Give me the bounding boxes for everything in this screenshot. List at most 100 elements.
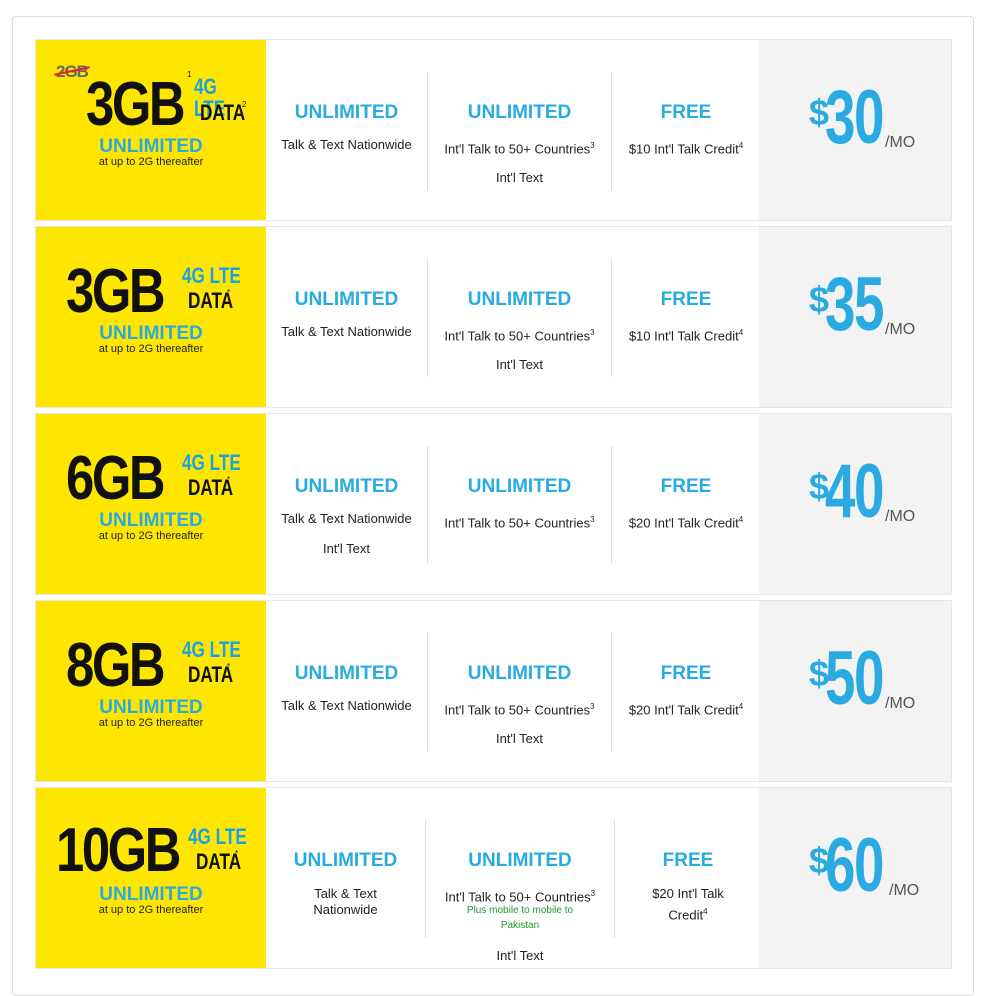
credit-footnote: 4 bbox=[738, 328, 744, 337]
price-block: $ 50 /MO bbox=[759, 601, 951, 781]
talk-header: UNLIMITED bbox=[294, 289, 399, 310]
data-amount: 3GB bbox=[86, 70, 186, 139]
talk-column: UNLIMITED Talk & Text Nationwide bbox=[266, 788, 425, 968]
credit-column: FREE $20 Int'l Talk Credit4 bbox=[612, 601, 760, 781]
credit-text: $10 Int'l Talk Credit bbox=[628, 141, 739, 157]
intl-text: Int'l Talk to 50+ Countries bbox=[444, 328, 591, 344]
throttle-note: at up to 2G thereafter bbox=[98, 904, 204, 916]
talk-text: Talk & Text Nationwide bbox=[281, 698, 412, 713]
credit-column: FREE $10 Int'l Talk Credit4 bbox=[612, 40, 760, 220]
plan-card[interactable]: 8GB 4G LTE DATA * UNLIMITED at up to 2G … bbox=[35, 600, 952, 782]
intl-promo-2: Pakistan bbox=[500, 920, 540, 931]
intl-text-2: Int'l Text bbox=[495, 170, 544, 185]
credit-footnote: 4 bbox=[738, 141, 744, 150]
talk-text: Talk & Text Nationwide bbox=[281, 137, 412, 152]
intl-header: UNLIMITED bbox=[467, 289, 572, 310]
data-label-footnote: * bbox=[227, 662, 231, 671]
intl-footnote: 3 bbox=[590, 141, 595, 150]
price-amount: 60 bbox=[825, 823, 884, 908]
data-label-footnote: * bbox=[227, 288, 231, 297]
intl-text-line: Int'l Talk to 50+ Countries3 bbox=[428, 138, 611, 157]
price-block: $ 30 /MO bbox=[759, 40, 951, 220]
intl-text-line: Int'l Talk to 50+ Countries3 bbox=[428, 325, 611, 344]
credit-header: FREE bbox=[660, 476, 712, 497]
credit-header: FREE bbox=[660, 102, 712, 123]
data-amount: 8GB bbox=[66, 631, 166, 700]
intl-column: UNLIMITED Int'l Talk to 50+ Countries3 I… bbox=[428, 40, 611, 220]
data-amount-footnote: 1 bbox=[187, 70, 192, 79]
intl-header: UNLIMITED bbox=[467, 663, 572, 684]
plan-card[interactable]: 2GB 3GB 1 4G LTE DATA 2 UNLIMITED at up … bbox=[35, 39, 952, 221]
intl-text-line: Int'l Talk to 50+ Countries3 bbox=[428, 699, 611, 718]
intl-header: UNLIMITED bbox=[467, 476, 572, 497]
unlimited-label: UNLIMITED bbox=[99, 510, 203, 531]
price-block: $ 35 /MO bbox=[759, 227, 951, 407]
data-label-footnote: * bbox=[227, 475, 231, 484]
credit-text: $20 Int'l Talk bbox=[652, 886, 724, 901]
lte-label: 4G LTE bbox=[182, 450, 241, 475]
price-block: $ 40 /MO bbox=[759, 414, 951, 594]
price-amount: 50 bbox=[825, 636, 884, 721]
price-amount: 40 bbox=[825, 449, 884, 534]
intl-footnote: 3 bbox=[590, 702, 595, 711]
unlimited-label: UNLIMITED bbox=[99, 884, 203, 905]
credit-text: $20 Int'l Talk Credit bbox=[628, 515, 739, 531]
talk-text-b: Nationwide bbox=[313, 902, 378, 917]
credit-footnote: 4 bbox=[738, 515, 744, 524]
throttle-note: at up to 2G thereafter bbox=[98, 343, 204, 355]
talk-column: UNLIMITED Talk & Text Nationwide bbox=[266, 40, 427, 220]
data-label-footnote: 2 bbox=[242, 100, 247, 109]
price-unit: /MO bbox=[885, 134, 916, 151]
price-amount: 35 bbox=[825, 262, 884, 347]
plan-card[interactable]: 6GB 4G LTE DATA * UNLIMITED at up to 2G … bbox=[35, 413, 952, 595]
throttle-note: at up to 2G thereafter bbox=[98, 530, 204, 542]
credit-text-line: $10 Int'l Talk Credit4 bbox=[612, 325, 760, 344]
plan-card[interactable]: 10GB 4G LTE DATA * UNLIMITED at up to 2G… bbox=[35, 787, 952, 969]
credit-header: FREE bbox=[662, 850, 714, 871]
price-unit: /MO bbox=[885, 695, 916, 712]
talk-text: Talk & Text Nationwide bbox=[281, 324, 412, 339]
price-unit: /MO bbox=[885, 321, 916, 338]
intl-column: UNLIMITED Int'l Talk to 50+ Countries3 I… bbox=[428, 227, 611, 407]
talk-text: Talk & Text Nationwide bbox=[281, 511, 412, 526]
talk-header: UNLIMITED bbox=[294, 102, 399, 123]
old-data-amount: 2GB bbox=[56, 62, 89, 81]
talk-text-2: Int'l Text bbox=[322, 541, 371, 556]
intl-text: Int'l Talk to 50+ Countries bbox=[444, 141, 591, 157]
intl-text: Int'l Talk to 50+ Countries bbox=[444, 515, 591, 531]
credit-text-line: $20 Int'l Talk Credit4 bbox=[612, 512, 760, 531]
credit-column: FREE $20 Int'l Talk Credit4 bbox=[612, 414, 760, 594]
intl-text-line: Int'l Talk to 50+ Countries3 bbox=[428, 512, 611, 531]
talk-column: UNLIMITED Talk & Text Nationwide bbox=[266, 601, 427, 781]
price-unit: /MO bbox=[885, 508, 916, 525]
data-label: DATA bbox=[200, 100, 246, 125]
data-label-footnote: * bbox=[235, 849, 239, 858]
talk-column: UNLIMITED Talk & Text Nationwide Int'l T… bbox=[266, 414, 427, 594]
intl-column: UNLIMITED Int'l Talk to 50+ Countries3 P… bbox=[426, 788, 614, 968]
credit-column: FREE $10 Int'l Talk Credit4 bbox=[612, 227, 760, 407]
unlimited-label: UNLIMITED bbox=[99, 323, 203, 344]
intl-footnote: 3 bbox=[590, 515, 595, 524]
data-block: 10GB 4G LTE DATA * UNLIMITED at up to 2G… bbox=[36, 788, 266, 968]
credit-text-line: $20 Int'l Talk Credit4 bbox=[612, 699, 760, 718]
talk-column: UNLIMITED Talk & Text Nationwide bbox=[266, 227, 427, 407]
intl-text-2: Int'l Text bbox=[495, 357, 544, 372]
unlimited-label: UNLIMITED bbox=[99, 697, 203, 718]
intl-promo: Plus mobile to mobile to bbox=[466, 905, 574, 916]
intl-text-2: Int'l Text bbox=[495, 731, 544, 746]
plan-card[interactable]: 3GB 4G LTE DATA * UNLIMITED at up to 2G … bbox=[35, 226, 952, 408]
lte-label: 4G LTE bbox=[182, 637, 241, 662]
data-block: 2GB 3GB 1 4G LTE DATA 2 UNLIMITED at up … bbox=[36, 40, 266, 220]
lte-label: 4G LTE bbox=[188, 824, 247, 849]
talk-header: UNLIMITED bbox=[294, 476, 399, 497]
intl-column: UNLIMITED Int'l Talk to 50+ Countries3 I… bbox=[428, 601, 611, 781]
intl-text-2: Int'l Text bbox=[496, 948, 544, 963]
credit-text-b: Credit bbox=[668, 907, 704, 923]
credit-column: FREE $20 Int'l Talk Credit4 bbox=[615, 788, 761, 968]
price-block: $ 60 /MO bbox=[759, 788, 951, 968]
talk-text: Talk & Text bbox=[314, 886, 377, 901]
data-block: 6GB 4G LTE DATA * UNLIMITED at up to 2G … bbox=[36, 414, 266, 594]
intl-footnote: 3 bbox=[590, 328, 595, 337]
throttle-note: at up to 2G thereafter bbox=[98, 717, 204, 729]
data-block: 3GB 4G LTE DATA * UNLIMITED at up to 2G … bbox=[36, 227, 266, 407]
